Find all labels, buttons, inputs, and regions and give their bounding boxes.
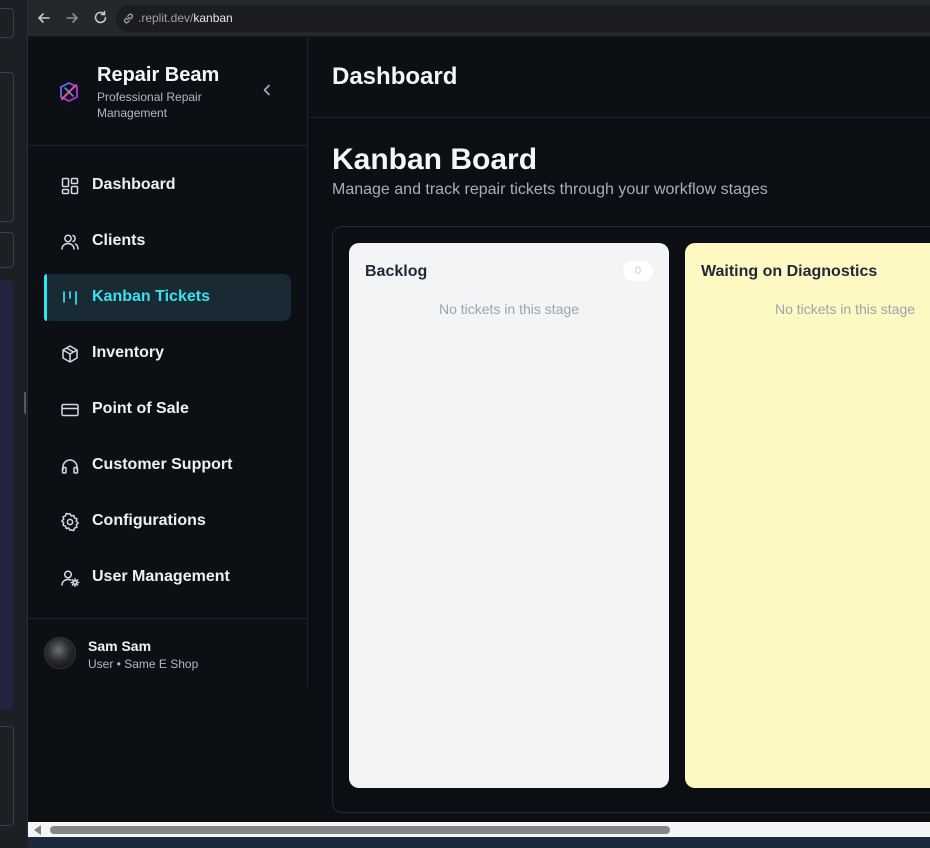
sidebar-item-label: Kanban Tickets (92, 288, 210, 305)
outer-panel-box (0, 232, 14, 268)
address-bar[interactable]: .replit.dev/kanban (116, 5, 930, 32)
avatar (44, 637, 76, 669)
sidebar-item-label: Dashboard (92, 176, 176, 193)
package-icon (62, 345, 78, 363)
chevron-left-icon (263, 84, 270, 96)
column-count-badge: 0 (623, 261, 653, 281)
user-cog-icon (61, 570, 80, 587)
kanban-icon (63, 291, 77, 305)
sidebar-item-kanban-tickets[interactable]: Kanban Tickets (44, 274, 291, 321)
outer-side-panel (0, 0, 28, 848)
user-role-shop: User • Same E Shop (88, 657, 199, 671)
board-subtitle: Manage and track repair tickets through … (332, 181, 768, 198)
kanban-column-backlog[interactable]: Backlog 0 No tickets in this stage (349, 243, 669, 788)
user-profile[interactable]: Sam Sam User • Same E Shop (28, 618, 307, 687)
arrow-left-icon (37, 13, 50, 23)
sidebar-item-dashboard[interactable]: Dashboard (44, 162, 291, 209)
link-icon (123, 13, 134, 24)
kanban-column-waiting-on-diagnostics[interactable]: Waiting on Diagnostics No tickets in thi… (685, 243, 930, 788)
kanban-board: Backlog 0 No tickets in this stage Waiti… (332, 226, 930, 813)
sidebar-item-inventory[interactable]: Inventory (44, 330, 291, 377)
app-root: .replit.dev/kanban Repair Beam Professio… (0, 0, 930, 848)
bottom-edge-left (0, 837, 28, 848)
sidebar-item-customer-support[interactable]: Customer Support (44, 442, 291, 489)
reload-button[interactable] (90, 8, 110, 28)
sidebar-item-label: Point of Sale (92, 400, 189, 417)
scrollbar-thumb[interactable] (50, 826, 670, 834)
forward-button[interactable] (62, 8, 82, 28)
sidebar-item-configurations[interactable]: Configurations (44, 498, 291, 545)
sidebar-item-label: Clients (92, 232, 146, 249)
resize-handle[interactable] (24, 392, 26, 414)
url-path: kanban (193, 11, 233, 25)
outer-panel-highlight (0, 280, 13, 710)
arrow-right-icon (66, 13, 79, 23)
sidebar-item-point-of-sale[interactable]: Point of Sale (44, 386, 291, 433)
url-domain: .replit.dev/ (138, 11, 194, 25)
main-header: Dashboard (308, 37, 930, 118)
column-empty-message: No tickets in this stage (438, 301, 580, 317)
headphones-icon (61, 459, 79, 474)
browser-toolbar: .replit.dev/kanban (28, 0, 930, 37)
page-title: Dashboard (332, 63, 458, 90)
collapse-sidebar-button[interactable] (259, 82, 275, 98)
main-content: Dashboard Kanban Board Manage and track … (308, 37, 930, 822)
brand-name: Repair Beam (97, 64, 220, 86)
url-text: .replit.dev/kanban (138, 11, 233, 25)
sidebar-item-label: Customer Support (92, 456, 233, 473)
board-title: Kanban Board (332, 143, 538, 176)
reload-icon (94, 10, 106, 24)
repair-beam-logo-icon (60, 81, 78, 103)
column-title: Waiting on Diagnostics (701, 263, 878, 280)
column-empty-message: No tickets in this stage (774, 301, 916, 317)
layout-grid-icon (61, 177, 79, 195)
sidebar-item-label: Configurations (92, 512, 206, 529)
bottom-edge (0, 837, 930, 848)
sidebar-item-clients[interactable]: Clients (44, 218, 291, 265)
users-icon (61, 234, 79, 250)
user-name: Sam Sam (88, 638, 152, 654)
sidebar: Repair Beam Professional Repair Manageme… (28, 37, 308, 687)
back-button[interactable] (34, 8, 54, 28)
credit-card-icon (61, 403, 79, 417)
outer-panel-box (0, 72, 14, 222)
scroll-left-arrow-icon[interactable] (34, 825, 41, 835)
brand-header: Repair Beam Professional Repair Manageme… (28, 37, 307, 146)
column-title: Backlog (365, 263, 428, 280)
gear-icon (61, 512, 79, 532)
outer-panel-box (0, 8, 14, 38)
sidebar-item-label: Inventory (92, 344, 165, 361)
outer-panel-box (0, 726, 14, 826)
sidebar-item-label: User Management (92, 568, 230, 585)
horizontal-scrollbar[interactable] (28, 822, 930, 837)
sidebar-item-user-management[interactable]: User Management (44, 554, 291, 601)
brand-subtitle: Professional Repair Management (97, 90, 202, 120)
